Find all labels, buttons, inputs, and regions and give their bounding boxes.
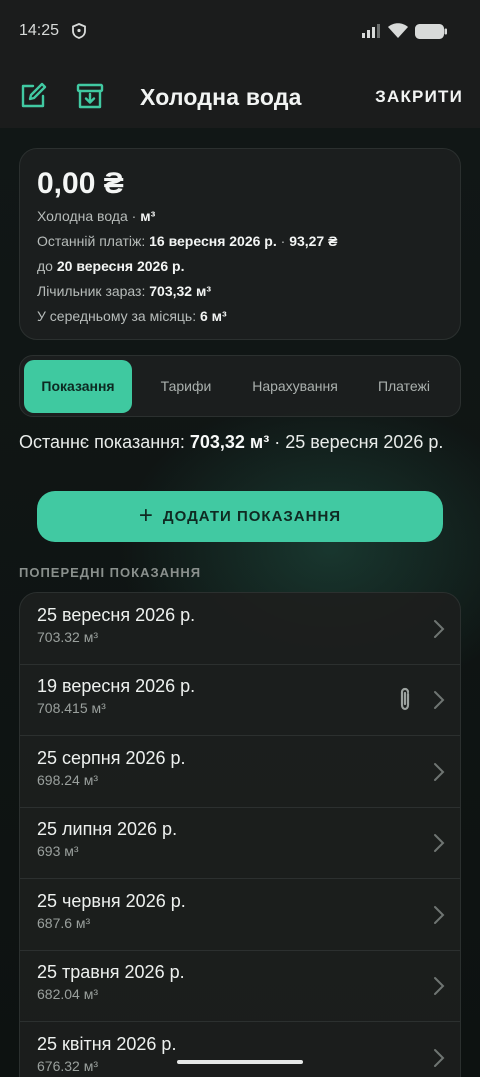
home-indicator[interactable] xyxy=(177,1060,303,1064)
until-date: 20 вересня 2026 р. xyxy=(56,258,185,274)
status-time: 14:25 xyxy=(19,22,60,39)
reading-date: 25 червня 2026 р. xyxy=(37,891,186,911)
until-label: до xyxy=(37,258,53,274)
reading-value: 703.32 м³ xyxy=(37,629,98,645)
reading-date: 25 травня 2026 р. xyxy=(37,962,185,982)
reading-date: 25 вересня 2026 р. xyxy=(37,605,196,625)
shield-icon xyxy=(72,23,86,44)
meter-line: Лічильник зараз: 703,32 м³ xyxy=(37,283,211,299)
close-button[interactable]: ЗАКРИТИ xyxy=(375,87,463,107)
last-payment-label: Останній платіж: xyxy=(37,233,146,249)
list-item[interactable]: 19 вересня 2026 р. 708.415 м³ xyxy=(20,664,460,736)
archive-icon[interactable] xyxy=(76,82,104,110)
list-item[interactable]: 25 квітня 2026 р. 676.32 м³ xyxy=(20,1022,460,1077)
battery-icon xyxy=(415,24,447,44)
last-reading-value: 703,32 м³ xyxy=(189,432,270,452)
tab-readings[interactable]: Показання xyxy=(24,360,132,413)
tab-charges[interactable]: Нарахування xyxy=(240,360,350,413)
list-item[interactable]: 25 вересня 2026 р. 703.32 м³ xyxy=(20,593,460,665)
last-reading: Останнє показання: 703,32 м³ · 25 вересн… xyxy=(19,432,444,452)
average-value: 6 м³ xyxy=(200,308,227,324)
add-reading-label: ДОДАТИ ПОКАЗАННЯ xyxy=(162,508,342,525)
average-label: У середньому за місяць: xyxy=(37,308,197,324)
history-section-title: ПОПЕРЕДНІ ПОКАЗАННЯ xyxy=(19,565,202,580)
summary-card: 0,00 ₴ Холодна вода · м³ Останній платіж… xyxy=(19,148,461,340)
reading-value: 687.6 м³ xyxy=(37,915,91,931)
app-bar: Холодна вода ЗАКРИТИ xyxy=(0,60,480,128)
tab-tariffs[interactable]: Тарифи xyxy=(136,360,236,413)
balance-amount: 0,00 ₴ xyxy=(37,167,124,200)
chevron-right-icon xyxy=(434,1049,445,1067)
last-reading-date: 25 вересня 2026 р. xyxy=(285,432,444,452)
reading-date: 19 вересня 2026 р. xyxy=(37,676,196,696)
last-reading-label: Останнє показання: xyxy=(19,432,185,452)
last-payment-amount: 93,27 ₴ xyxy=(289,233,338,249)
chevron-right-icon xyxy=(434,906,445,924)
tab-payments[interactable]: Платежі xyxy=(354,360,454,413)
reading-value: 676.32 м³ xyxy=(37,1058,98,1074)
last-payment-date: 16 вересня 2026 р. xyxy=(149,233,277,249)
service-name: Холодна вода xyxy=(37,208,128,224)
meter-value: 703,32 м³ xyxy=(149,283,211,299)
add-reading-button[interactable]: + ДОДАТИ ПОКАЗАННЯ xyxy=(37,491,443,542)
list-item[interactable]: 25 червня 2026 р. 687.6 м³ xyxy=(20,879,460,951)
reading-date: 25 серпня 2026 р. xyxy=(37,748,186,768)
reading-value: 693 м³ xyxy=(37,843,79,859)
reading-value: 682.04 м³ xyxy=(37,986,98,1002)
average-line: У середньому за місяць: 6 м³ xyxy=(37,308,227,324)
chevron-right-icon xyxy=(434,763,445,781)
plus-icon: + xyxy=(138,501,154,529)
reading-date: 25 квітня 2026 р. xyxy=(37,1034,177,1054)
reading-value: 698.24 м³ xyxy=(37,772,98,788)
reading-date: 25 липня 2026 р. xyxy=(37,819,178,839)
readings-list: 25 вересня 2026 р. 703.32 м³ 19 вересня … xyxy=(19,592,461,1077)
list-item[interactable]: 25 травня 2026 р. 682.04 м³ xyxy=(20,950,460,1022)
list-item[interactable]: 25 серпня 2026 р. 698.24 м³ xyxy=(20,736,460,808)
chevron-right-icon xyxy=(434,834,445,852)
service-unit: м³ xyxy=(140,208,156,224)
signal-icon xyxy=(362,24,382,43)
paperclip-icon xyxy=(400,687,410,711)
reading-value: 708.415 м³ xyxy=(37,700,106,716)
last-payment-line: Останній платіж: 16 вересня 2026 р. · 93… xyxy=(37,233,338,249)
page-title: Холодна вода xyxy=(140,84,302,110)
due-date-line: до 20 вересня 2026 р. xyxy=(37,258,184,274)
list-item[interactable]: 25 липня 2026 р. 693 м³ xyxy=(20,807,460,879)
chevron-right-icon xyxy=(434,620,445,638)
chevron-right-icon xyxy=(434,691,445,709)
edit-icon[interactable] xyxy=(19,82,47,110)
meter-label: Лічильник зараз: xyxy=(37,283,146,299)
wifi-icon xyxy=(388,23,408,44)
tab-bar: Показання Тарифи Нарахування Платежі xyxy=(19,355,461,417)
service-line: Холодна вода · м³ xyxy=(37,208,156,224)
status-bar: 14:25 xyxy=(0,0,480,60)
chevron-right-icon xyxy=(434,977,445,995)
